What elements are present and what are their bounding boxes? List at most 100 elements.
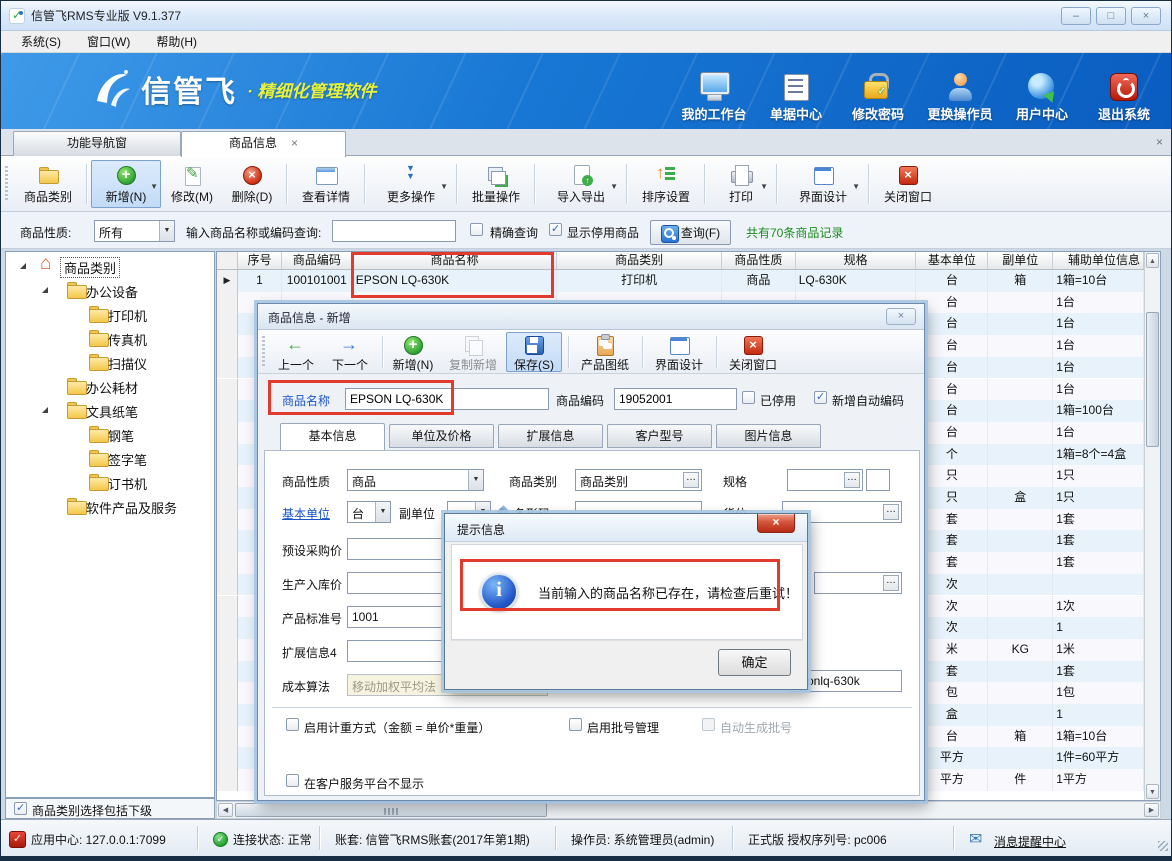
dialog-button-新增(N)[interactable]: 新增(N) [386, 332, 440, 372]
dropdown-arrow-icon[interactable]: ▼ [760, 182, 768, 191]
minimize-button[interactable]: – [1061, 7, 1091, 25]
stopped-checkbox[interactable] [742, 391, 755, 404]
column-header-商品类别[interactable]: 商品类别 [557, 252, 722, 269]
tree-item-文具纸笔[interactable]: 文具纸笔 [6, 398, 214, 422]
column-header-副单位[interactable]: 副单位 [988, 252, 1053, 269]
expander-icon[interactable] [42, 287, 48, 293]
chevron-down-icon[interactable]: ▼ [159, 221, 174, 241]
expander-icon[interactable] [20, 263, 26, 269]
chevron-down-icon[interactable]: ▼ [375, 502, 390, 522]
dialog-tab-单位及价格[interactable]: 单位及价格 [389, 424, 494, 448]
column-header-辅助单位信息[interactable]: 辅助单位信息 [1053, 252, 1144, 269]
message-box-title-bar[interactable]: 提示信息 × [445, 514, 807, 542]
column-header-基本单位[interactable]: 基本单位 [916, 252, 988, 269]
menu-item-窗口(W)[interactable]: 窗口(W) [77, 31, 140, 52]
product-code-input[interactable] [614, 388, 737, 410]
ribbon-button-排序设置[interactable]: 排序设置 [633, 160, 699, 208]
banner-action-我的工作台[interactable]: 我的工作台 [673, 59, 755, 125]
tree-item-办公耗材[interactable]: 办公耗材 [6, 374, 214, 398]
tree-item-打印机[interactable]: 打印机 [6, 302, 214, 326]
tree-item-商品类别[interactable]: 商品类别 [6, 254, 214, 278]
weight-mode-checkbox[interactable] [286, 718, 299, 731]
exact-query-checkbox[interactable] [470, 223, 483, 236]
show-stopped-checkbox[interactable] [549, 223, 562, 236]
status-item-6[interactable]: 消息提醒中心 [969, 831, 1066, 851]
ribbon-button-查看详情[interactable]: 查看详情 [293, 160, 359, 208]
tree-item-钢笔[interactable]: 钢笔 [6, 422, 214, 446]
ribbon-button-新增(N)[interactable]: 新增(N)▼ [91, 160, 161, 208]
scroll-up-icon[interactable]: ▲ [1146, 253, 1159, 268]
nature-select[interactable]: 商品 ▼ [347, 469, 484, 491]
menu-item-系统(S)[interactable]: 系统(S) [11, 31, 71, 52]
hide-platform-checkbox[interactable] [286, 774, 299, 787]
query-button[interactable]: 查询(F) [650, 220, 731, 245]
tabbar-close-icon[interactable]: × [1156, 135, 1163, 149]
dialog-button-界面设计[interactable]: 界面设计 [648, 332, 710, 372]
search-input[interactable] [332, 220, 456, 242]
status-item-text[interactable]: 消息提醒中心 [994, 833, 1066, 850]
dialog-title-bar[interactable]: 商品信息 - 新增 × [258, 304, 924, 330]
maximize-button[interactable]: □ [1096, 7, 1126, 25]
dialog-button-上一个[interactable]: 上一个 [270, 332, 322, 372]
chevron-down-icon[interactable]: ▼ [468, 470, 483, 490]
ribbon-button-批量操作[interactable]: 批量操作 [463, 160, 529, 208]
ribbon-button-商品类别[interactable]: 商品类别 [15, 160, 81, 208]
dialog-button-下一个[interactable]: 下一个 [324, 332, 376, 372]
autocode-checkbox[interactable] [814, 391, 827, 404]
dialog-close-button[interactable]: × [886, 308, 916, 325]
right-hidden-picker-button[interactable]: … [883, 575, 899, 591]
category-field[interactable]: 商品类别 … [575, 469, 702, 491]
tree-item-签字笔[interactable]: 签字笔 [6, 446, 214, 470]
tree-item-传真机[interactable]: 传真机 [6, 326, 214, 350]
category-picker-button[interactable]: … [683, 472, 699, 488]
spec-extra-field[interactable] [866, 469, 890, 491]
table-row[interactable]: ▶1100101001EPSON LQ-630K打印机商品LQ-630K台箱1箱… [217, 270, 1144, 292]
horizontal-scroll-thumb[interactable] [235, 803, 547, 817]
ribbon-button-关闭窗口[interactable]: 关闭窗口 [875, 160, 941, 208]
dialog-button-保存(S)[interactable]: 保存(S) [506, 332, 562, 372]
scroll-right-icon[interactable]: ▶ [1144, 803, 1159, 817]
vertical-scroll-thumb[interactable] [1146, 312, 1159, 447]
column-header-商品性质[interactable]: 商品性质 [722, 252, 796, 269]
ribbon-button-界面设计[interactable]: 界面设计▼ [783, 160, 863, 208]
horizontal-scrollbar[interactable]: ◀ ▶ [216, 801, 1161, 819]
dialog-tab-扩展信息[interactable]: 扩展信息 [498, 424, 603, 448]
nature-filter-select[interactable]: 所有 ▼ [94, 220, 175, 242]
spec-picker-button[interactable]: … [844, 472, 860, 488]
spec-field[interactable]: … [787, 469, 863, 491]
ribbon-button-修改(M)[interactable]: 修改(M) [165, 160, 219, 208]
product-name-input[interactable] [345, 388, 549, 410]
vertical-scrollbar[interactable]: ▲ ▼ [1144, 252, 1160, 800]
ribbon-button-删除(D)[interactable]: 删除(D) [223, 160, 281, 208]
dropdown-arrow-icon[interactable]: ▼ [610, 182, 618, 191]
include-sub-checkbox[interactable] [14, 802, 27, 815]
ribbon-button-更多操作[interactable]: 更多操作▼ [371, 160, 451, 208]
resize-grip[interactable] [1158, 841, 1168, 851]
scroll-left-icon[interactable]: ◀ [218, 803, 233, 817]
dialog-tab-基本信息[interactable]: 基本信息 [280, 423, 385, 450]
batch-checkbox[interactable] [569, 718, 582, 731]
dialog-tab-图片信息[interactable]: 图片信息 [716, 424, 821, 448]
message-box-close-button[interactable]: × [757, 514, 795, 533]
tree-item-订书机[interactable]: 订书机 [6, 470, 214, 494]
banner-action-退出系统[interactable]: 退出系统 [1083, 59, 1165, 125]
column-header-商品编码[interactable]: 商品编码 [282, 252, 353, 269]
banner-action-更换操作员[interactable]: 更换操作员 [919, 59, 1001, 125]
ribbon-button-导入导出[interactable]: 导入导出▼ [541, 160, 621, 208]
banner-action-用户中心[interactable]: 用户中心 [1001, 59, 1083, 125]
dropdown-arrow-icon[interactable]: ▼ [150, 182, 158, 191]
column-header-商品名称[interactable]: 商品名称 [353, 252, 558, 269]
scroll-down-icon[interactable]: ▼ [1146, 784, 1159, 799]
dialog-tab-客户型号[interactable]: 客户型号 [607, 424, 712, 448]
base-unit-label[interactable]: 基本单位 [282, 505, 330, 522]
location-picker-button[interactable]: … [883, 504, 899, 520]
tab-商品信息[interactable]: 商品信息× [181, 131, 346, 157]
dialog-button-关闭窗口[interactable]: 关闭窗口 [722, 332, 784, 372]
dialog-button-产品图纸[interactable]: 产品图纸 [574, 332, 636, 372]
tree-item-扫描仪[interactable]: 扫描仪 [6, 350, 214, 374]
tree-item-软件产品及服务[interactable]: 软件产品及服务 [6, 494, 214, 518]
close-button[interactable]: × [1131, 7, 1161, 25]
tab-功能导航窗[interactable]: 功能导航窗 [13, 131, 181, 156]
dropdown-arrow-icon[interactable]: ▼ [852, 182, 860, 191]
column-header-序号[interactable]: 序号 [238, 252, 282, 269]
